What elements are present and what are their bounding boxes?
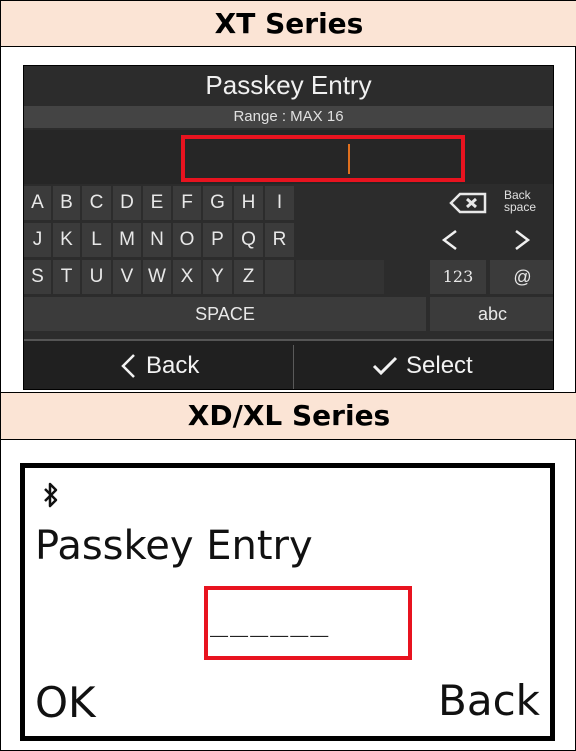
cursor-left-key[interactable] (296, 223, 457, 257)
xd-passkey-entry-field[interactable]: ______ (210, 603, 330, 638)
key-l[interactable]: L (82, 223, 111, 257)
key-s[interactable]: S (24, 260, 51, 294)
xt-screen-title: Passkey Entry (205, 70, 372, 100)
backspace-icon (449, 192, 487, 214)
select-button[interactable]: Select (294, 341, 553, 389)
key-y[interactable]: Y (203, 260, 232, 294)
key-c[interactable]: C (82, 186, 111, 220)
key-blank-wide (296, 260, 384, 294)
checkmark-icon (372, 356, 398, 376)
back-softkey[interactable]: Back (438, 676, 540, 726)
key-blank (265, 260, 294, 294)
key-n[interactable]: N (143, 223, 171, 257)
xt-entry-highlight-box (181, 135, 465, 182)
chevron-left-icon (441, 230, 457, 250)
key-q[interactable]: Q (234, 223, 263, 257)
key-d[interactable]: D (113, 186, 141, 220)
xd-xl-lcd-screen: Passkey Entry ______ OK Back (20, 463, 555, 741)
backspace-key[interactable]: Back space (296, 186, 553, 220)
key-v[interactable]: V (113, 260, 141, 294)
key-i[interactable]: I (265, 186, 294, 220)
at-key[interactable]: @ (490, 260, 553, 294)
key-k[interactable]: K (53, 223, 80, 257)
text-cursor (348, 144, 350, 174)
xt-range-label: Range : MAX 16 (24, 106, 553, 128)
key-u[interactable]: U (82, 260, 111, 294)
key-r[interactable]: R (265, 223, 294, 257)
cursor-right-key[interactable] (490, 223, 553, 257)
key-z[interactable]: Z (234, 260, 263, 294)
xt-screen: Passkey Entry Range : MAX 16 A B C D E F… (23, 65, 554, 390)
key-t[interactable]: T (53, 260, 80, 294)
xt-series-header: XT Series (1, 1, 576, 47)
select-button-label: Select (406, 352, 473, 379)
key-m[interactable]: M (113, 223, 141, 257)
chevron-right-icon (515, 230, 531, 250)
abc-mode-key[interactable]: abc (430, 297, 553, 331)
xd-xl-series-header: XD/XL Series (1, 392, 576, 440)
key-g[interactable]: G (203, 186, 232, 220)
key-j[interactable]: J (24, 223, 51, 257)
key-p[interactable]: P (203, 223, 232, 257)
chevron-left-icon (121, 354, 135, 378)
key-b[interactable]: B (53, 186, 80, 220)
numeric-mode-key[interactable]: 123 (430, 260, 486, 294)
document-sheet: XT Series Passkey Entry Range : MAX 16 A… (0, 0, 576, 751)
key-h[interactable]: H (234, 186, 263, 220)
back-button[interactable]: Back (24, 341, 292, 389)
key-e[interactable]: E (143, 186, 171, 220)
backspace-label: Back space (504, 188, 537, 214)
bluetooth-icon (44, 482, 58, 508)
key-a[interactable]: A (24, 186, 51, 220)
space-key[interactable]: SPACE (24, 297, 426, 331)
key-o[interactable]: O (173, 223, 201, 257)
key-f[interactable]: F (173, 186, 201, 220)
ok-softkey[interactable]: OK (35, 678, 96, 728)
key-x[interactable]: X (173, 260, 201, 294)
xt-footer-bar: Back Select (24, 339, 553, 389)
back-button-label: Back (146, 352, 200, 379)
xd-screen-title: Passkey Entry (35, 523, 313, 569)
key-w[interactable]: W (143, 260, 171, 294)
